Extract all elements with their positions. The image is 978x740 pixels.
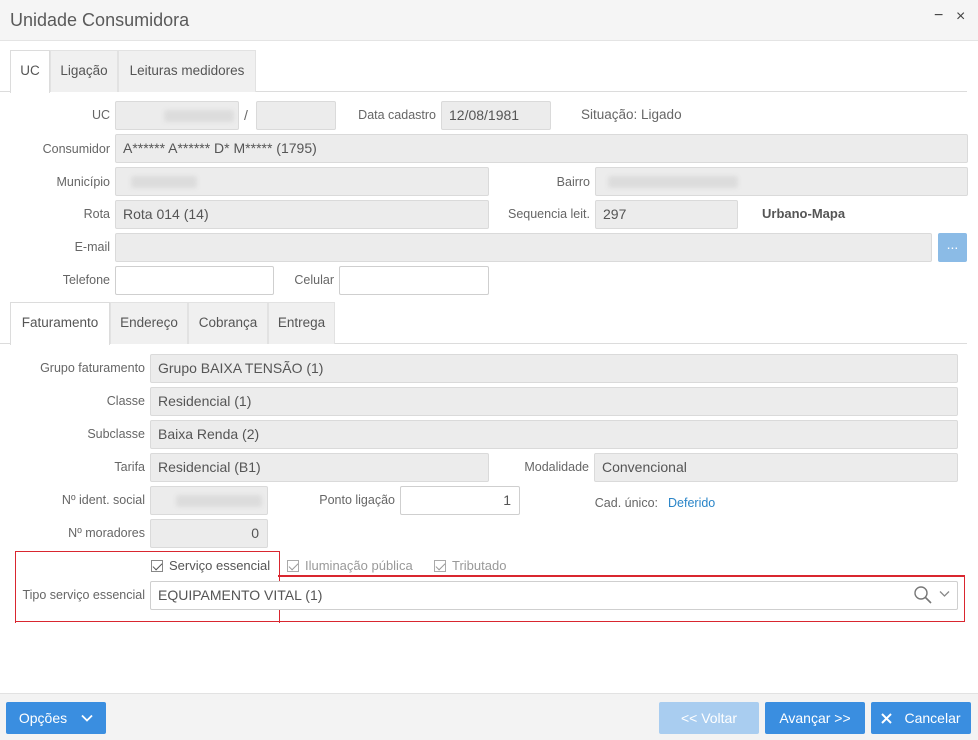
cad-unico-link[interactable]: Deferido bbox=[668, 496, 715, 510]
celular-input[interactable] bbox=[339, 266, 489, 295]
rota-label: Rota bbox=[83, 207, 110, 221]
tab-ligacao[interactable]: Ligação bbox=[50, 50, 118, 92]
tipo-servico-select[interactable]: EQUIPAMENTO VITAL (1) bbox=[150, 581, 958, 610]
highlight-divider bbox=[278, 575, 965, 577]
modalidade-field[interactable]: Convencional bbox=[594, 453, 958, 482]
uc-separator: / bbox=[244, 107, 248, 123]
uc-number-field[interactable] bbox=[115, 101, 239, 130]
municipio-label: Município bbox=[56, 175, 111, 189]
voltar-button[interactable]: << Voltar bbox=[659, 702, 759, 734]
dialog-footer: Opções << Voltar Avançar >> Cancelar bbox=[0, 693, 978, 740]
moradores-label: Nº moradores bbox=[68, 526, 145, 540]
bairro-label: Bairro bbox=[556, 175, 590, 189]
municipio-field[interactable] bbox=[115, 167, 489, 196]
checkbox-checked-icon bbox=[434, 559, 446, 572]
checkbox-checked-icon bbox=[287, 559, 299, 572]
uc-label: UC bbox=[91, 108, 110, 122]
telefone-input[interactable] bbox=[115, 266, 274, 295]
tab-cobranca[interactable]: Cobrança bbox=[188, 302, 268, 344]
chevron-down-icon bbox=[81, 714, 93, 722]
zona-text: Urbano-Mapa bbox=[762, 206, 846, 221]
classe-label: Classe bbox=[106, 394, 145, 408]
cancelar-label: Cancelar bbox=[904, 710, 961, 726]
avancar-button[interactable]: Avançar >> bbox=[765, 702, 865, 734]
search-icon[interactable] bbox=[913, 585, 933, 605]
tarifa-field[interactable]: Residencial (B1) bbox=[150, 453, 489, 482]
email-options-button[interactable]: ... bbox=[938, 233, 967, 262]
uc-digit-field[interactable] bbox=[256, 101, 336, 130]
tributado-label: Tributado bbox=[452, 558, 507, 573]
minimize-icon[interactable]: − bbox=[934, 7, 943, 25]
tab-endereco[interactable]: Endereço bbox=[110, 302, 188, 344]
servico-essencial-checkbox[interactable]: Serviço essencial bbox=[151, 558, 270, 573]
tab-leituras-medidores[interactable]: Leituras medidores bbox=[118, 50, 256, 92]
moradores-field[interactable]: 0 bbox=[150, 519, 268, 548]
data-cadastro-field[interactable]: 12/08/1981 bbox=[441, 101, 551, 130]
iluminacao-publica-checkbox[interactable]: Iluminação pública bbox=[287, 558, 413, 573]
sequencia-label: Sequencia leit. bbox=[507, 207, 590, 221]
subclasse-label: Subclasse bbox=[87, 427, 145, 441]
telefone-label: Telefone bbox=[62, 273, 110, 287]
sequencia-field[interactable]: 297 bbox=[595, 200, 738, 229]
opcoes-button[interactable]: Opções bbox=[6, 702, 106, 734]
checkbox-checked-icon bbox=[151, 559, 163, 572]
ponto-ligacao-label: Ponto ligação bbox=[319, 493, 395, 507]
subclasse-field[interactable]: Baixa Renda (2) bbox=[150, 420, 958, 449]
classe-field[interactable]: Residencial (1) bbox=[150, 387, 958, 416]
opcoes-label: Opções bbox=[18, 710, 68, 726]
tab-entrega[interactable]: Entrega bbox=[268, 302, 335, 344]
email-field[interactable] bbox=[115, 233, 932, 262]
modalidade-label: Modalidade bbox=[524, 460, 589, 474]
cad-unico-label: Cad. único: bbox=[594, 496, 658, 510]
servico-essencial-label: Serviço essencial bbox=[169, 558, 271, 573]
ident-social-field[interactable] bbox=[150, 486, 268, 515]
close-icon bbox=[881, 712, 893, 724]
bairro-field[interactable] bbox=[595, 167, 968, 196]
sub-tab-bar: Faturamento Endereço Cobrança Entrega bbox=[0, 302, 967, 345]
tab-uc[interactable]: UC bbox=[10, 50, 50, 93]
ponto-ligacao-input[interactable]: 1 bbox=[400, 486, 520, 515]
tributado-checkbox[interactable]: Tributado bbox=[434, 558, 506, 573]
chevron-down-icon[interactable] bbox=[939, 590, 950, 598]
iluminacao-publica-label: Iluminação pública bbox=[305, 558, 413, 573]
window-title: Unidade Consumidora bbox=[10, 10, 190, 30]
cancelar-button[interactable]: Cancelar bbox=[871, 702, 971, 734]
ident-social-label: Nº ident. social bbox=[61, 493, 145, 507]
grupo-faturamento-field[interactable]: Grupo BAIXA TENSÃO (1) bbox=[150, 354, 958, 383]
window-titlebar: Unidade Consumidora − × bbox=[0, 0, 978, 41]
celular-label: Celular bbox=[294, 273, 334, 287]
rota-field[interactable]: Rota 014 (14) bbox=[115, 200, 489, 229]
tab-faturamento[interactable]: Faturamento bbox=[10, 302, 110, 345]
situacao-text: Situação: Ligado bbox=[581, 107, 682, 122]
tipo-servico-label: Tipo serviço essencial bbox=[22, 588, 145, 602]
tarifa-label: Tarifa bbox=[114, 460, 145, 474]
consumidor-label: Consumidor bbox=[42, 142, 110, 156]
consumidor-field[interactable]: A****** A****** D* M***** (1795) bbox=[115, 134, 968, 163]
tipo-servico-value: EQUIPAMENTO VITAL (1) bbox=[158, 587, 323, 603]
close-icon[interactable]: × bbox=[956, 8, 965, 26]
data-cadastro-label: Data cadastro bbox=[358, 108, 436, 122]
top-tab-bar: UC Ligação Leituras medidores bbox=[0, 50, 967, 93]
grupo-faturamento-label: Grupo faturamento bbox=[40, 361, 145, 375]
email-label: E-mail bbox=[74, 240, 110, 254]
